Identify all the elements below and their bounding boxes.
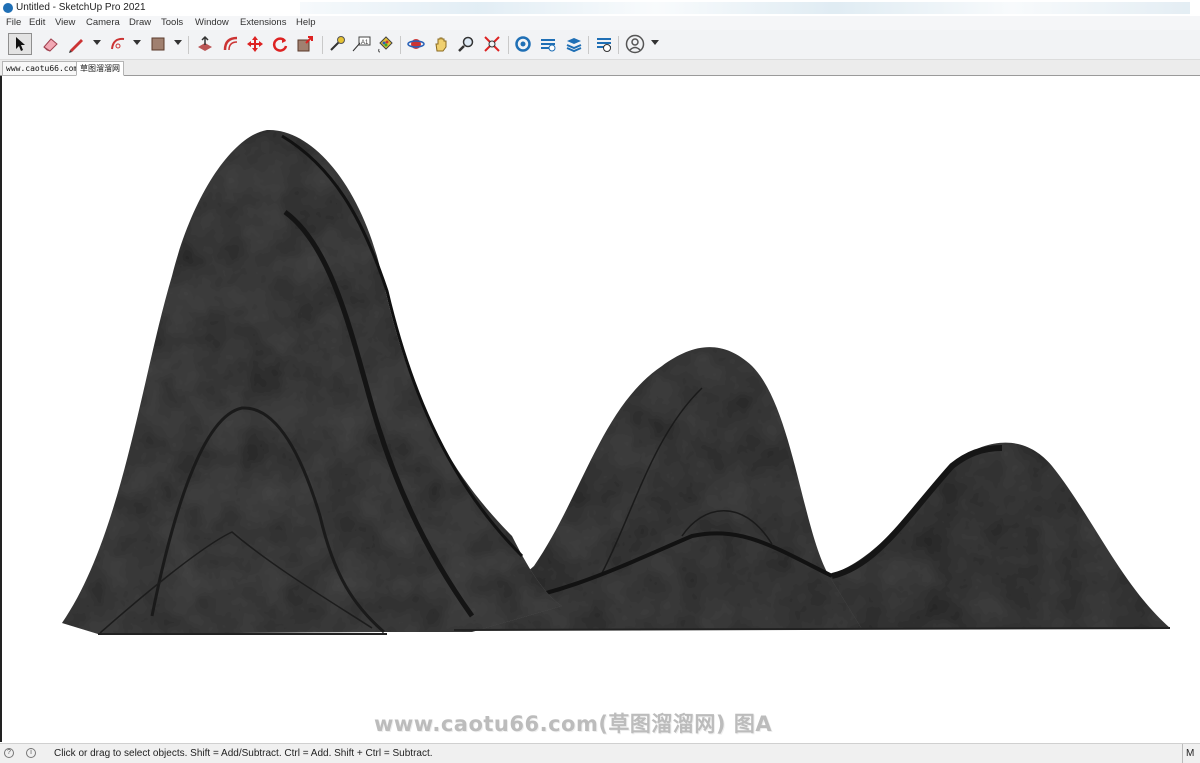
rotate-tool-icon (272, 37, 288, 52)
zoom-extents-tool-icon (484, 36, 500, 52)
tab-caotu-liuliu[interactable]: 草图溜溜网 (76, 61, 124, 76)
account-icon (625, 34, 645, 54)
tape-measure-tool-button[interactable] (325, 33, 349, 55)
toolbar: A1 (0, 30, 1200, 60)
menu-view[interactable]: View (55, 16, 75, 30)
menu-help[interactable]: Help (296, 16, 316, 30)
move-tool-button[interactable] (243, 33, 267, 55)
blurred-background-strip (300, 2, 1190, 14)
shape-tool-button[interactable] (146, 33, 170, 55)
menu-edit[interactable]: Edit (29, 16, 45, 30)
scale-tool-button[interactable] (293, 33, 317, 55)
arc-tool-button[interactable] (106, 33, 130, 55)
offset-tool-icon (223, 36, 238, 51)
select-tool-button[interactable] (8, 33, 32, 55)
toolbar-separator (508, 36, 509, 54)
account-dropdown-icon[interactable] (651, 40, 659, 45)
pan-tool-icon (435, 37, 447, 52)
info-icon[interactable]: i (26, 748, 36, 758)
status-text: Click or drag to select objects. Shift =… (54, 748, 433, 759)
title-bar: Untitled - SketchUp Pro 2021 (0, 0, 1200, 17)
pencil-dropdown-icon[interactable] (93, 40, 101, 45)
menu-draw[interactable]: Draw (129, 16, 151, 30)
menu-tools[interactable]: Tools (161, 16, 183, 30)
watermark-text: www.caotu66.com(草图溜溜网) 图A (374, 712, 773, 736)
pencil-line-tool-icon (69, 39, 83, 53)
3d-warehouse-icon (515, 36, 531, 52)
push-pull-tool-icon (198, 35, 212, 51)
geo-location-icon[interactable]: ? (4, 748, 14, 758)
zoom-tool-button[interactable] (454, 33, 478, 55)
toolbar-separator (588, 36, 589, 54)
eraser-tool-button[interactable] (38, 33, 62, 55)
3d-warehouse-button[interactable] (511, 33, 535, 55)
menu-camera[interactable]: Camera (86, 16, 120, 30)
menu-bar: File Edit View Camera Draw Tools Window … (0, 16, 1200, 30)
drawing-viewport[interactable] (0, 76, 1200, 742)
orbit-tool-button[interactable] (404, 33, 428, 55)
toolbar-separator (618, 36, 619, 54)
status-bar: ? i Click or drag to select objects. Shi… (0, 743, 1200, 763)
pencil-line-tool-button[interactable] (64, 33, 88, 55)
orbit-tool-icon (407, 39, 425, 49)
extension-warehouse-button[interactable] (536, 33, 560, 55)
text-tool-icon: A1 (352, 36, 371, 52)
extension-manager-button[interactable] (592, 33, 616, 55)
scale-tool-icon (297, 36, 313, 52)
offset-tool-button[interactable] (219, 33, 243, 55)
tab-caotu66[interactable]: www.caotu66.com (2, 61, 83, 76)
layout-button[interactable] (562, 33, 586, 55)
paint-bucket-tool-button[interactable] (373, 33, 397, 55)
toolbar-separator (188, 36, 189, 54)
move-tool-icon (247, 36, 263, 52)
tape-measure-tool-icon (330, 36, 345, 51)
menu-window[interactable]: Window (195, 16, 229, 30)
ink-wash-mountains-model (62, 129, 1171, 635)
arc-dropdown-icon[interactable] (133, 40, 141, 45)
select-tool-icon (16, 37, 25, 51)
arc-tool-icon (111, 37, 125, 50)
measurements-box[interactable]: M (1182, 744, 1200, 763)
account-button[interactable] (623, 33, 647, 55)
sketchup-logo-icon (3, 3, 13, 13)
push-pull-tool-button[interactable] (193, 33, 217, 55)
layout-icon (566, 38, 582, 53)
scene-tabs: www.caotu66.com 草图溜溜网 (0, 60, 1200, 76)
menu-extensions[interactable]: Extensions (240, 16, 286, 30)
window-title: Untitled - SketchUp Pro 2021 (16, 2, 146, 13)
shape-dropdown-icon[interactable] (174, 40, 182, 45)
text-tool-button[interactable]: A1 (349, 33, 373, 55)
toolbar-separator (322, 36, 323, 54)
menu-file[interactable]: File (6, 16, 21, 30)
toolbar-separator (400, 36, 401, 54)
left-mountain (62, 129, 562, 634)
extension-warehouse-icon (541, 39, 556, 52)
zoom-tool-icon (458, 36, 474, 52)
pan-tool-button[interactable] (429, 33, 453, 55)
paint-bucket-tool-icon (378, 36, 393, 53)
extension-manager-icon (597, 38, 611, 52)
zoom-extents-tool-button[interactable] (480, 33, 504, 55)
rotate-tool-button[interactable] (268, 33, 292, 55)
eraser-tool-icon (43, 38, 58, 52)
svg-text:A1: A1 (361, 40, 369, 46)
shape-tool-icon (151, 37, 165, 51)
